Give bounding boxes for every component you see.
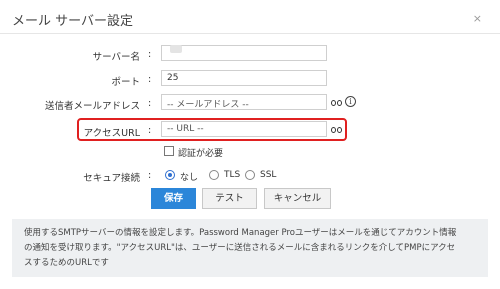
save-button[interactable]: 保存 [151, 188, 196, 209]
help-note-line-2: の通知を受け取ります。"アクセスURL"は、ユーザーに送信されるメールに含まれる… [24, 243, 456, 253]
port-label: ポート [111, 77, 140, 88]
test-button[interactable]: テスト [202, 188, 257, 209]
server-name-input[interactable] [161, 45, 327, 61]
sender-email-label: 送信者メールアドレス [44, 101, 140, 112]
dialog-title: メール サーバー設定 [12, 14, 134, 29]
server-name-label: サーバー名 [92, 52, 140, 63]
help-note-line-3: スするためのURLです [24, 258, 109, 268]
info-icon[interactable]: i [345, 96, 356, 107]
auth-required-checkbox[interactable] [164, 146, 174, 156]
binoculars-icon[interactable] [331, 126, 343, 134]
auth-required-label: 認証が必要 [178, 149, 224, 159]
access-url-label: アクセスURL [83, 128, 140, 139]
access-url-colon: : [148, 125, 152, 136]
help-note-line-1: 使用するSMTPサーバーの情報を設定します。Password Manager P… [24, 228, 457, 238]
server-name-colon: : [148, 49, 152, 60]
secure-ssl-label: SSL [260, 170, 277, 180]
binoculars-icon[interactable] [331, 99, 343, 107]
help-note: 使用するSMTPサーバーの情報を設定します。Password Manager P… [12, 219, 488, 277]
secure-ssl-radio[interactable] [245, 170, 255, 180]
secure-none-label: なし [180, 173, 199, 183]
access-url-input[interactable]: -- URL -- [161, 121, 327, 137]
secure-tls-label: TLS [224, 170, 241, 180]
secure-tls-radio[interactable] [209, 170, 219, 180]
cancel-button[interactable]: キャンセル [264, 188, 331, 209]
close-icon[interactable]: × [473, 12, 482, 25]
secure-none-radio[interactable] [165, 170, 175, 180]
sender-email-colon: : [148, 98, 152, 109]
title-divider [0, 33, 500, 34]
secure-connection-label: セキュア接続 [83, 173, 140, 184]
sender-email-input[interactable]: -- メールアドレス -- [161, 94, 327, 110]
mail-server-settings-dialog: メール サーバー設定 × サーバー名 : ポート : 25 送信者メールアドレス… [0, 0, 500, 289]
port-colon: : [148, 74, 152, 85]
secure-connection-colon: : [148, 170, 152, 181]
port-input[interactable]: 25 [161, 70, 327, 86]
server-name-redacted [170, 45, 182, 53]
